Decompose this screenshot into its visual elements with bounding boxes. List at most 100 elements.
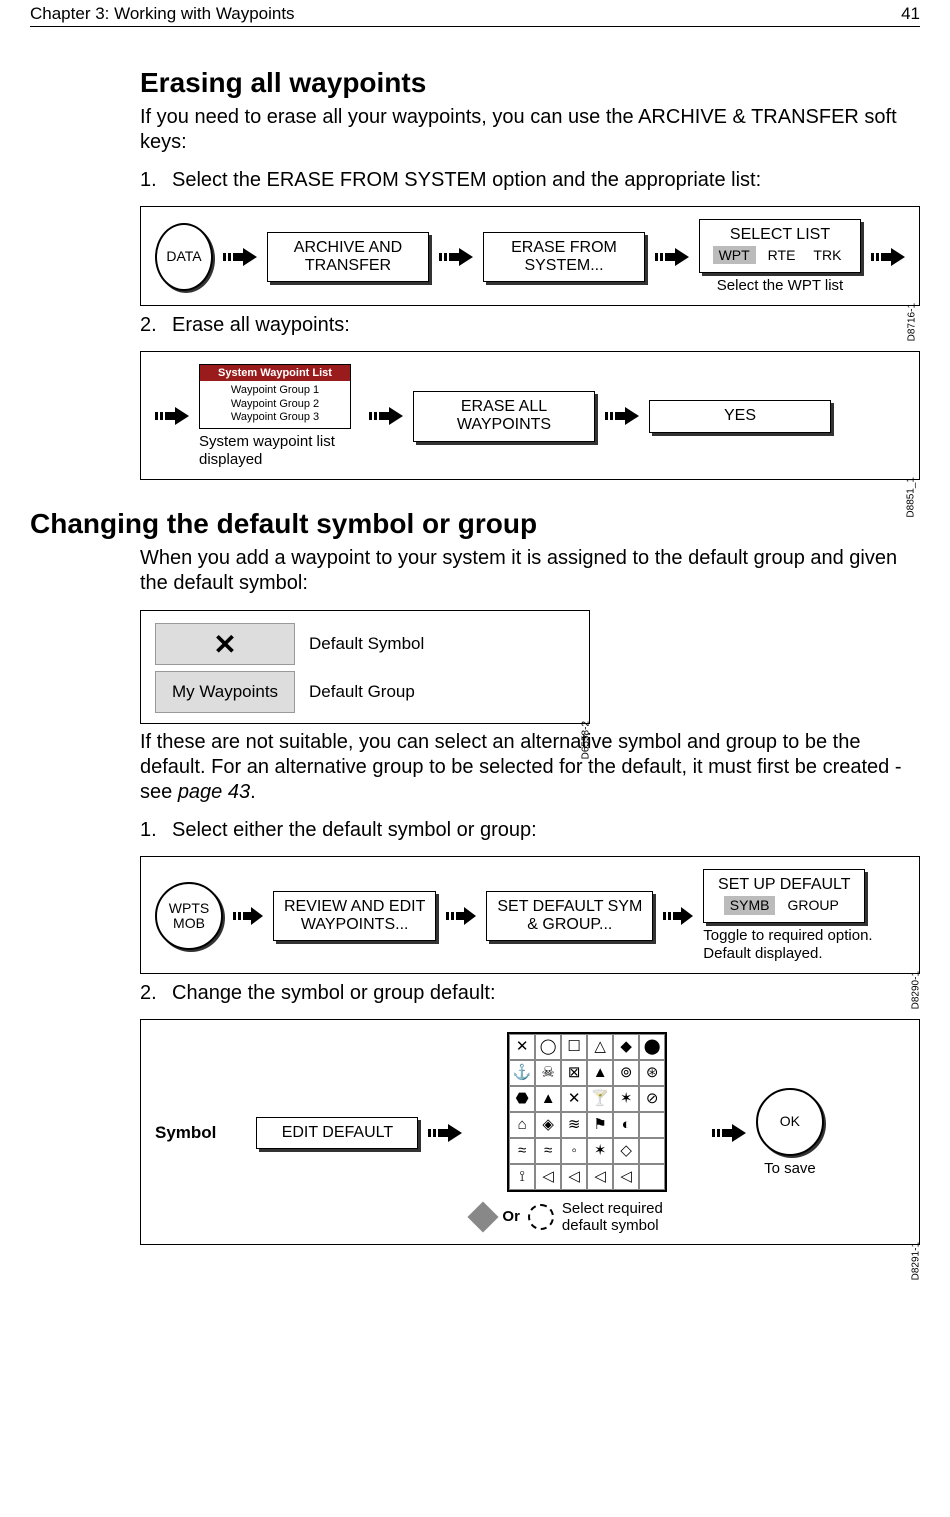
softkey-yes[interactable]: YES xyxy=(649,400,831,432)
para-alternative: If these are not suitable, you can selec… xyxy=(140,730,920,805)
palette-cell[interactable]: ⚑ xyxy=(587,1112,613,1138)
label-default-group: Default Group xyxy=(309,682,575,702)
palette-cell[interactable]: ✕ xyxy=(509,1034,535,1060)
arrow-icon xyxy=(428,1122,462,1144)
palette-cell[interactable]: ◐ xyxy=(613,1112,639,1138)
toggle-opt-rte[interactable]: RTE xyxy=(762,246,802,264)
softkey-erase-all-waypoints[interactable]: ERASE ALL WAYPOINTS xyxy=(413,391,595,442)
palette-cell[interactable]: ⊚ xyxy=(613,1060,639,1086)
palette-cell[interactable]: ⌂ xyxy=(509,1112,535,1138)
figure-select-default: WPTS MOB REVIEW AND EDIT WAYPOINTS... SE… xyxy=(140,856,920,974)
palette-cell[interactable]: 🍸 xyxy=(587,1086,613,1112)
figure-ref: D8851_1 xyxy=(906,477,917,518)
palette-cell[interactable]: ☠ xyxy=(535,1060,561,1086)
palette-cell[interactable] xyxy=(639,1138,665,1164)
heading-erasing: Erasing all waypoints xyxy=(140,67,920,99)
arrow-icon xyxy=(439,246,473,268)
intro-changing-default: When you add a waypoint to your system i… xyxy=(140,546,920,596)
caption-to-save: To save xyxy=(764,1160,816,1178)
palette-cell[interactable]: ⬤ xyxy=(639,1034,665,1060)
caption-toggle-default: Toggle to required option. Default displ… xyxy=(703,927,903,963)
default-group-preview: My Waypoints xyxy=(155,671,295,713)
palette-cell[interactable]: ✶ xyxy=(587,1138,613,1164)
system-waypoint-list: System Waypoint List Waypoint Group 1 Wa… xyxy=(199,364,351,429)
step-2-2: 2. Change the symbol or group default: xyxy=(140,982,920,1005)
softkey-select-list[interactable]: SELECT LIST WPT RTE TRK xyxy=(699,219,861,273)
palette-cell[interactable]: ◆ xyxy=(613,1034,639,1060)
softkey-set-default-sym-group[interactable]: SET DEFAULT SYM & GROUP... xyxy=(486,891,653,942)
wpts-mob-button[interactable]: WPTS MOB xyxy=(155,882,223,950)
palette-cell[interactable]: ✶ xyxy=(613,1086,639,1112)
rotary-icon xyxy=(528,1204,554,1230)
palette-cell[interactable]: ◁ xyxy=(587,1164,613,1190)
figure-ref: D6558-2 xyxy=(580,721,591,759)
figure-erase-sequence-1: DATA ARCHIVE AND TRANSFER ERASE FROM SYS… xyxy=(140,206,920,306)
palette-cell[interactable]: ⚓ xyxy=(509,1060,535,1086)
palette-cell[interactable]: ☐ xyxy=(561,1034,587,1060)
caption-select-wpt: Select the WPT list xyxy=(717,277,843,295)
toggle-opt-group[interactable]: GROUP xyxy=(781,896,844,914)
palette-cell[interactable]: ⬣ xyxy=(509,1086,535,1112)
data-button[interactable]: DATA xyxy=(155,223,213,291)
palette-cell[interactable]: ◦ xyxy=(561,1138,587,1164)
ok-button[interactable]: OK xyxy=(756,1088,824,1156)
step-2-1: 1. Select either the default symbol or g… xyxy=(140,819,920,842)
arrow-icon xyxy=(223,246,257,268)
palette-cell[interactable]: ⊠ xyxy=(561,1060,587,1086)
label-default-symbol: Default Symbol xyxy=(309,634,575,654)
palette-cell[interactable]: ✕ xyxy=(561,1086,587,1112)
list-item: Waypoint Group 2 xyxy=(206,398,344,412)
page-ref-link[interactable]: page 43 xyxy=(178,781,250,803)
arrow-icon xyxy=(871,246,905,268)
intro-erasing: If you need to erase all your waypoints,… xyxy=(140,105,920,155)
figure-erase-sequence-2: System Waypoint List Waypoint Group 1 Wa… xyxy=(140,351,920,480)
palette-cell[interactable]: ⟟ xyxy=(509,1164,535,1190)
figure-change-default: Symbol EDIT DEFAULT ✕◯☐△◆⬤⚓☠⊠▲⊚⊛⬣▲✕🍸✶⊘⌂◈… xyxy=(140,1019,920,1245)
caption-select-symbol: Select required default symbol xyxy=(562,1200,702,1234)
toggle-opt-symb[interactable]: SYMB xyxy=(724,896,776,914)
palette-cell[interactable]: ◇ xyxy=(613,1138,639,1164)
arrow-icon xyxy=(155,405,189,427)
step-1-1: 1. Select the ERASE FROM SYSTEM option a… xyxy=(140,169,920,192)
palette-cell[interactable]: ◁ xyxy=(535,1164,561,1190)
softkey-archive-transfer[interactable]: ARCHIVE AND TRANSFER xyxy=(267,232,429,283)
palette-cell[interactable]: ◁ xyxy=(613,1164,639,1190)
palette-cell[interactable]: ≈ xyxy=(509,1138,535,1164)
label-symbol: Symbol xyxy=(155,1123,216,1143)
arrow-icon xyxy=(605,405,639,427)
softkey-edit-default[interactable]: EDIT DEFAULT xyxy=(256,1117,418,1149)
caption-waypoint-list: System waypoint list displayed xyxy=(199,433,359,469)
softkey-erase-from-system[interactable]: ERASE FROM SYSTEM... xyxy=(483,232,645,283)
arrow-icon xyxy=(233,905,263,927)
symbol-palette[interactable]: ✕◯☐△◆⬤⚓☠⊠▲⊚⊛⬣▲✕🍸✶⊘⌂◈≋⚑◐≈≈◦✶◇⟟◁◁◁◁ xyxy=(507,1032,667,1192)
arrow-icon xyxy=(369,405,403,427)
palette-cell[interactable] xyxy=(639,1164,665,1190)
step-1-2: 2. Erase all waypoints: xyxy=(140,314,920,337)
palette-cell[interactable]: ◈ xyxy=(535,1112,561,1138)
arrow-icon xyxy=(663,905,693,927)
softkey-set-up-default[interactable]: SET UP DEFAULT SYMB GROUP xyxy=(703,869,865,923)
palette-cell[interactable]: ≋ xyxy=(561,1112,587,1138)
list-item: Waypoint Group 3 xyxy=(206,411,344,425)
toggle-opt-trk[interactable]: TRK xyxy=(807,246,847,264)
palette-cell[interactable]: ⊘ xyxy=(639,1086,665,1112)
palette-cell[interactable]: ▲ xyxy=(587,1060,613,1086)
heading-changing-default: Changing the default symbol or group xyxy=(30,508,920,540)
arrow-icon xyxy=(655,246,689,268)
palette-cell[interactable]: ◁ xyxy=(561,1164,587,1190)
palette-cell[interactable]: △ xyxy=(587,1034,613,1060)
palette-cell[interactable]: ◯ xyxy=(535,1034,561,1060)
palette-cell[interactable]: ▲ xyxy=(535,1086,561,1112)
arrow-icon xyxy=(446,905,476,927)
running-header: Chapter 3: Working with Waypoints 41 xyxy=(30,0,920,27)
list-item: Waypoint Group 1 xyxy=(206,384,344,398)
arrow-icon xyxy=(712,1122,746,1144)
palette-cell[interactable] xyxy=(639,1112,665,1138)
palette-cell[interactable]: ⊛ xyxy=(639,1060,665,1086)
palette-cell[interactable]: ≈ xyxy=(535,1138,561,1164)
softkey-review-edit-waypoints[interactable]: REVIEW AND EDIT WAYPOINTS... xyxy=(273,891,436,942)
default-symbol-preview: ✕ xyxy=(155,623,295,665)
toggle-opt-wpt[interactable]: WPT xyxy=(713,246,756,264)
figure-default-symbol-group: ✕ Default Symbol My Waypoints Default Gr… xyxy=(140,610,590,724)
chapter-title: Chapter 3: Working with Waypoints xyxy=(30,4,295,24)
